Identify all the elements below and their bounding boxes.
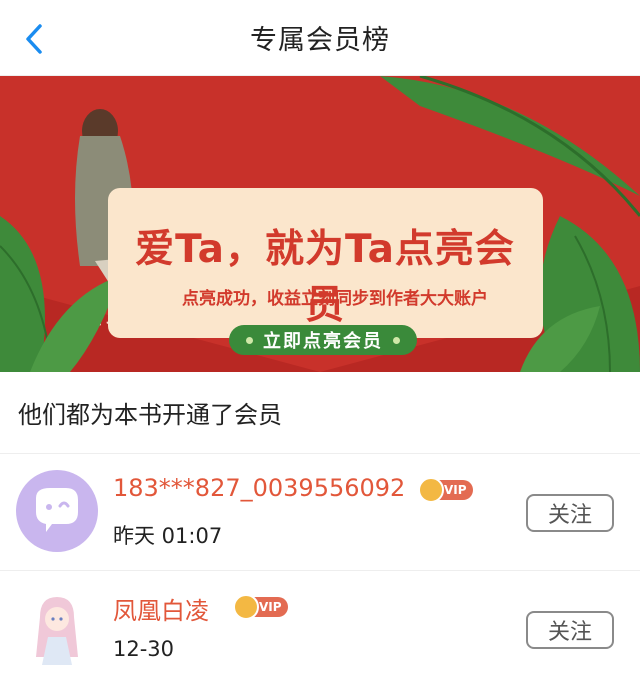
vip-badge: VIP bbox=[418, 477, 473, 503]
follow-button[interactable]: 关注 bbox=[526, 494, 614, 532]
nav-header: 专属会员榜 bbox=[0, 0, 640, 76]
member-time: 12-30 bbox=[113, 637, 175, 661]
section-title: 他们都为本书开通了会员 bbox=[0, 372, 640, 454]
light-up-membership-button[interactable]: 立即点亮会员 bbox=[229, 325, 417, 355]
crown-icon bbox=[418, 477, 444, 503]
avatar[interactable] bbox=[16, 470, 98, 552]
vip-label: VIP bbox=[259, 600, 282, 614]
anime-girl-avatar-icon bbox=[16, 587, 98, 669]
vip-label: VIP bbox=[444, 483, 467, 497]
dot-icon bbox=[246, 336, 253, 344]
member-row[interactable]: 凤凰白凌 VIP 12-30 关注 bbox=[0, 571, 640, 678]
cta-label: 立即点亮会员 bbox=[263, 331, 383, 352]
member-name: 183***827_0039556092 bbox=[113, 474, 406, 502]
member-time: 昨天 01:07 bbox=[113, 524, 223, 548]
follow-button[interactable]: 关注 bbox=[526, 611, 614, 649]
vip-badge: VIP bbox=[233, 594, 288, 620]
crown-icon bbox=[233, 594, 259, 620]
member-name: 凤凰白凌 bbox=[113, 597, 209, 625]
promo-banner[interactable]: 爱Ta，就为Ta点亮会员 点亮成功，收益立刻同步到作者大大账户 立即点亮会员 bbox=[0, 76, 640, 372]
banner-headline: 爱Ta，就为Ta点亮会员 bbox=[135, 227, 515, 328]
avatar[interactable] bbox=[16, 587, 98, 669]
page-title: 专属会员榜 bbox=[250, 25, 390, 56]
chevron-left-icon[interactable] bbox=[18, 22, 52, 56]
dot-icon bbox=[393, 336, 400, 344]
member-row[interactable]: 183***827_0039556092 VIP 昨天 01:07 关注 bbox=[0, 454, 640, 571]
banner-subline: 点亮成功，收益立刻同步到作者大大账户 bbox=[182, 289, 488, 309]
chat-bubble-icon bbox=[36, 488, 78, 532]
